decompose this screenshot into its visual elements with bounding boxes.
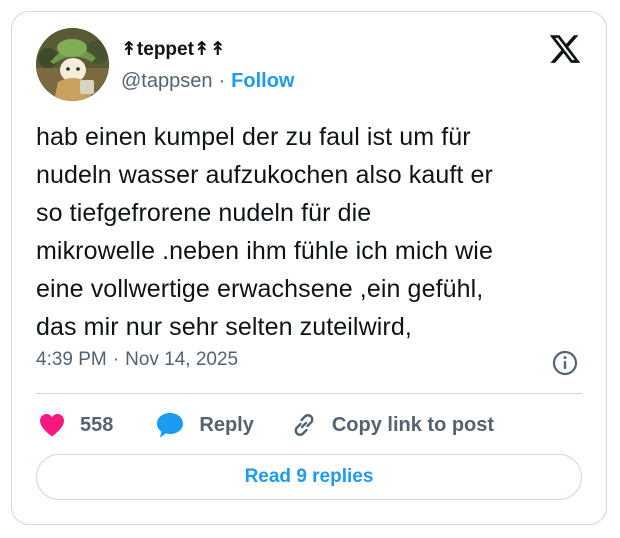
reply-label: Reply [199,413,254,436]
copy-link-button[interactable]: Copy link to post [290,411,494,439]
post-date[interactable]: Nov 14, 2025 [125,349,238,371]
like-count: 558 [80,413,114,436]
post-text: hab einen kumpel der zu faul ist um für … [36,123,493,341]
divider [36,393,582,394]
copy-link-label: Copy link to post [331,413,495,436]
avatar[interactable] [36,28,109,101]
handle-separator: · [218,70,226,92]
author-handle[interactable]: @tappsen [121,70,212,93]
author-name-row: ↟teppet↟↟ [121,38,226,61]
like-button[interactable]: 558 [38,412,113,438]
post-card: ↟teppet↟↟ @tappsen · Follow hab einen ku… [11,11,607,525]
heart-icon[interactable] [38,412,66,438]
action-bar: 558 Reply Copy link to post [38,407,494,443]
follow-button[interactable]: Follow [231,70,294,93]
timestamp-separator: · [112,349,120,370]
author-handle-row: @tappsen · Follow [121,70,294,93]
link-icon[interactable] [290,411,318,439]
reply-button[interactable]: Reply [155,411,254,439]
display-name[interactable]: ↟teppet↟↟ [121,38,226,61]
speech-bubble-icon[interactable] [155,411,185,439]
read-replies-button[interactable]: Read 9 replies [36,454,582,500]
x-logo-icon[interactable] [548,32,582,66]
post-timestamp[interactable]: 4:39 PM · Nov 14, 2025 [36,349,238,371]
info-icon[interactable] [552,350,578,376]
post-time[interactable]: 4:39 PM [36,349,107,371]
